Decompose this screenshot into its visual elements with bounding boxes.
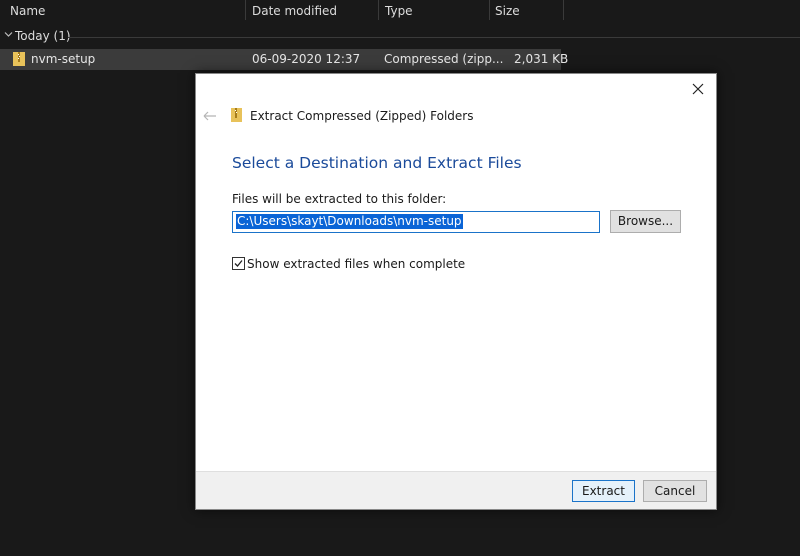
close-icon[interactable] [688, 80, 708, 98]
browse-button[interactable]: Browse... [610, 210, 681, 233]
group-divider [68, 37, 800, 38]
chevron-down-icon [4, 32, 13, 37]
cancel-button[interactable]: Cancel [643, 480, 707, 502]
file-type: Compressed (zipp... [384, 52, 504, 66]
file-row[interactable]: nvm-setup 06-09-2020 12:37 Compressed (z… [0, 49, 568, 70]
column-header-type[interactable]: Type [385, 2, 413, 20]
group-label: Today (1) [15, 29, 71, 43]
column-divider[interactable] [563, 0, 564, 20]
checkmark-icon [234, 260, 243, 267]
back-arrow-icon[interactable] [202, 108, 218, 124]
destination-label: Files will be extracted to this folder: [232, 192, 447, 206]
dialog-heading: Select a Destination and Extract Files [232, 154, 522, 172]
file-name: nvm-setup [31, 52, 96, 66]
column-headers: Name Date modified Type Size [0, 0, 800, 22]
destination-path-input[interactable]: C:\Users\skayt\Downloads\nvm-setup [232, 211, 600, 233]
column-divider[interactable] [489, 0, 490, 20]
show-files-checkbox[interactable] [232, 257, 245, 270]
zip-folder-icon [231, 108, 242, 122]
extract-dialog: Extract Compressed (Zipped) Folders Sele… [195, 73, 717, 510]
destination-path-value: C:\Users\skayt\Downloads\nvm-setup [236, 214, 463, 229]
column-divider[interactable] [245, 0, 246, 20]
file-date: 06-09-2020 12:37 [252, 52, 361, 66]
group-header-today[interactable]: Today (1) [0, 28, 71, 46]
show-files-label[interactable]: Show extracted files when complete [247, 257, 465, 271]
column-header-date[interactable]: Date modified [252, 2, 337, 20]
dialog-title: Extract Compressed (Zipped) Folders [250, 109, 474, 123]
file-size: 2,031 KB [514, 52, 569, 66]
column-divider[interactable] [378, 0, 379, 20]
extract-button[interactable]: Extract [572, 480, 635, 502]
dialog-footer: Extract Cancel [196, 471, 716, 509]
zip-folder-icon [13, 52, 25, 66]
column-header-name[interactable]: Name [10, 2, 45, 20]
column-header-size[interactable]: Size [495, 2, 520, 20]
